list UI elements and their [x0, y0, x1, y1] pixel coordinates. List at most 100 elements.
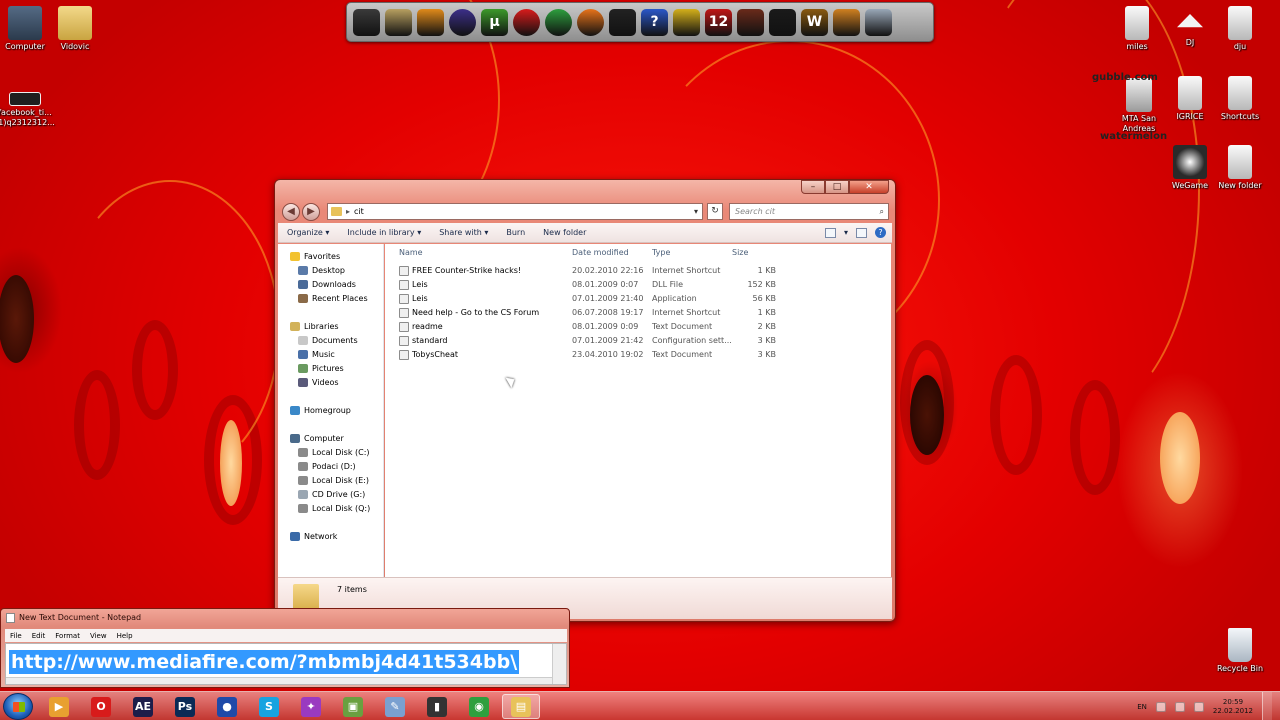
nav-favorites[interactable]: Favorites [290, 250, 340, 263]
taskbar-photoshop-button[interactable]: Ps [166, 694, 204, 719]
bittorrent-icon[interactable] [449, 8, 476, 36]
chevron-down-icon[interactable]: ▾ [844, 228, 848, 237]
vertical-scrollbar[interactable] [552, 644, 566, 684]
opera-icon[interactable] [513, 8, 540, 36]
menu-format[interactable]: Format [50, 632, 85, 640]
nav-recent-places[interactable]: Recent Places [298, 292, 368, 305]
nav-local-disk-e[interactable]: Local Disk (E:) [298, 474, 369, 487]
file-row[interactable]: Leis 08.01.2009 0:07 DLL File 152 KB [385, 279, 891, 292]
burn-button[interactable]: Burn [497, 228, 534, 237]
close-button[interactable]: ✕ [849, 180, 889, 194]
volume-icon[interactable] [1193, 701, 1204, 712]
menu-view[interactable]: View [85, 632, 112, 640]
column-header-size[interactable]: Size [732, 248, 748, 257]
clock[interactable]: 20:59 22.02.2012 [1213, 698, 1253, 716]
taskbar-media-player-button[interactable]: ▶ [40, 694, 78, 719]
column-header-date[interactable]: Date modified [572, 248, 629, 257]
notepad-text-area[interactable]: http://www.mediafire.com/?mbmbj4d41t534b… [5, 643, 567, 685]
paint-icon[interactable] [673, 8, 700, 36]
firefox-icon[interactable] [577, 8, 604, 36]
help-icon[interactable]: ? [875, 227, 886, 238]
taskbar-after-effects-button[interactable]: AE [124, 694, 162, 719]
game-icon[interactable] [609, 8, 636, 36]
desktop-icon-vidovic[interactable]: Vidovic [42, 6, 108, 52]
taskbar-network-button[interactable]: ● [208, 694, 246, 719]
nav-podaci-d[interactable]: Podaci (D:) [298, 460, 356, 473]
nav-homegroup[interactable]: Homegroup [290, 404, 351, 417]
file-type: Text Document [652, 322, 713, 331]
monitor-icon[interactable] [353, 8, 380, 36]
change-view-icon[interactable] [824, 227, 836, 238]
nav-computer[interactable]: Computer [290, 432, 344, 445]
organize-button[interactable]: Organize ▾ [278, 228, 338, 237]
nav-libraries[interactable]: Libraries [290, 320, 339, 333]
nav-network[interactable]: Network [290, 530, 337, 543]
address-bar[interactable]: ▸ cit ▾ [327, 203, 703, 220]
file-row[interactable]: Need help - Go to the CS Forum 06.07.2008… [385, 307, 891, 320]
selected-text[interactable]: http://www.mediafire.com/?mbmbj4d41t534b… [9, 650, 520, 674]
show-desktop-button[interactable] [1262, 692, 1272, 720]
new-folder-button[interactable]: New folder [534, 228, 595, 237]
taskbar-terminal-button[interactable]: ▮ [418, 694, 456, 719]
nav-local-disk-q[interactable]: Local Disk (Q:) [298, 502, 370, 515]
preview-pane-icon[interactable] [856, 227, 867, 238]
column-header-type[interactable]: Type [652, 248, 670, 257]
forward-button[interactable]: ▶ [302, 203, 320, 221]
nav-cd-drive-g[interactable]: CD Drive (G:) [298, 488, 365, 501]
start-button[interactable] [3, 693, 33, 720]
nav-desktop[interactable]: Desktop [298, 264, 345, 277]
tools-icon[interactable] [833, 8, 860, 36]
counter-strike-icon[interactable] [769, 8, 796, 36]
chrome-icon[interactable] [545, 8, 572, 36]
file-row[interactable]: readme 08.01.2009 0:09 Text Document 2 KB [385, 321, 891, 334]
nav-music[interactable]: Music [298, 348, 335, 361]
nav-videos[interactable]: Videos [298, 376, 339, 389]
taskbar-chrome-button[interactable]: ◉ [460, 694, 498, 719]
desktop-icon-facebook-image[interactable]: facebook_ti... (1)q2312312... [0, 92, 58, 128]
back-button[interactable]: ◀ [282, 203, 300, 221]
network-icon[interactable] [1174, 701, 1185, 712]
recycle-bin-icon[interactable] [865, 8, 892, 36]
desktop-icon-dju[interactable]: dju [1207, 6, 1273, 52]
refresh-button[interactable]: ↻ [707, 203, 723, 220]
nav-downloads[interactable]: Downloads [298, 278, 356, 291]
menu-edit[interactable]: Edit [27, 632, 51, 640]
file-row[interactable]: standard 07.01.2009 21:42 Configuration se… [385, 335, 891, 348]
utorrent-icon[interactable]: µ [481, 8, 508, 36]
include-in-library-button[interactable]: Include in library ▾ [338, 228, 430, 237]
help-icon[interactable]: ? [641, 8, 668, 36]
user-icon[interactable] [385, 8, 412, 36]
taskbar-skype-button[interactable]: S [250, 694, 288, 719]
warcraft-icon[interactable]: W [801, 8, 828, 36]
flag-icon[interactable] [1155, 701, 1166, 712]
pes-icon[interactable]: 12 [705, 8, 732, 36]
desktop-icon-shortcuts[interactable]: Shortcuts [1207, 76, 1273, 122]
file-row[interactable]: FREE Counter-Strike hacks! 20.02.2010 22:… [385, 265, 891, 278]
nav-pictures[interactable]: Pictures [298, 362, 344, 375]
search-icon[interactable]: ⌕ [880, 204, 884, 219]
chevron-down-icon[interactable]: ▾ [694, 207, 698, 216]
minimize-button[interactable]: – [801, 180, 825, 194]
share-with-button[interactable]: Share with ▾ [430, 228, 497, 237]
taskbar-opera-button[interactable]: O [82, 694, 120, 719]
taskbar-notepad-button[interactable]: ✎ [376, 694, 414, 719]
maximize-button[interactable]: □ [825, 180, 849, 194]
column-header-name[interactable]: Name [399, 248, 423, 257]
file-name: Need help - Go to the CS Forum [412, 308, 540, 317]
nav-local-disk-c[interactable]: Local Disk (C:) [298, 446, 370, 459]
desktop-icon-recycle-bin[interactable]: Recycle Bin [1207, 628, 1273, 674]
taskbar-app-button[interactable]: ✦ [292, 694, 330, 719]
search-input[interactable]: Search cit ⌕ [729, 203, 889, 220]
language-indicator[interactable]: EN [1137, 703, 1147, 711]
nav-documents[interactable]: Documents [298, 334, 358, 347]
tools-icon[interactable] [417, 8, 444, 36]
menu-help[interactable]: Help [112, 632, 138, 640]
taskbar-explorer-button[interactable]: ▤ [502, 694, 540, 719]
desktop-icon-new-folder[interactable]: New folder [1207, 145, 1273, 191]
horizontal-scrollbar[interactable] [6, 677, 552, 684]
file-row[interactable]: Leis 07.01.2009 21:40 Application 56 KB [385, 293, 891, 306]
file-row[interactable]: TobysCheat 23.04.2010 19:02 Text Document 3… [385, 349, 891, 362]
dragon-icon[interactable] [737, 8, 764, 36]
taskbar-game-button[interactable]: ▣ [334, 694, 372, 719]
menu-file[interactable]: File [5, 632, 27, 640]
